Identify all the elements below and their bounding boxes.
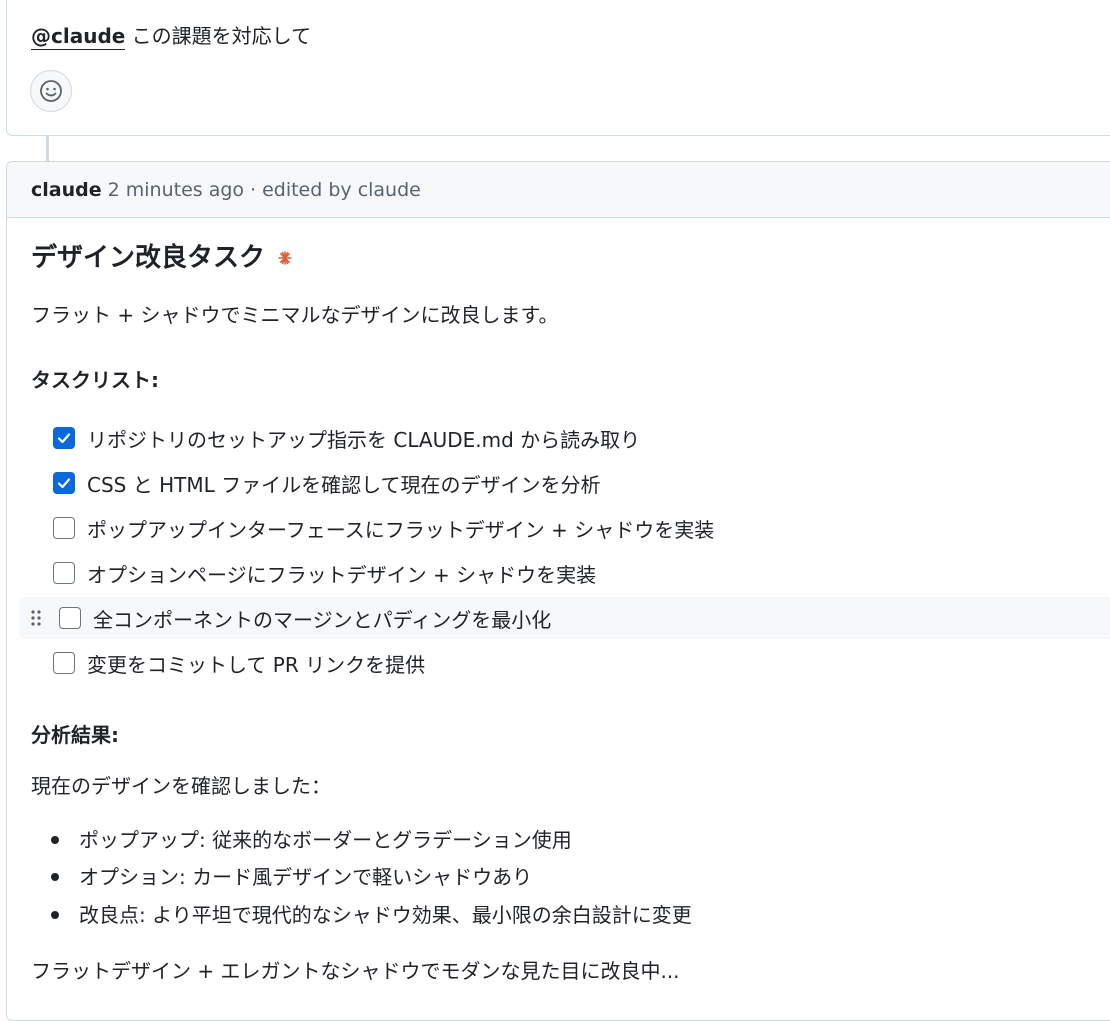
- analysis-heading: 分析結果:: [31, 723, 119, 747]
- bullet-dot: [51, 911, 59, 919]
- status-footer-text: フラットデザイン + エレガントなシャドウでモダンな見た目に改良中...: [31, 959, 680, 983]
- check-icon: [57, 433, 71, 444]
- header-separator: ·: [250, 178, 257, 201]
- list-item-text: オプション: カード風デザインで軽いシャドウあり: [79, 865, 533, 889]
- comment-header: claude 2 minutes ago · edited by claude: [7, 162, 1110, 218]
- author-link[interactable]: claude: [31, 179, 102, 201]
- task-label: オプションページにフラットデザイン + シャドウを実装: [87, 562, 597, 587]
- task-label: CSS と HTML ファイルを確認して現在のデザインを分析: [87, 472, 601, 497]
- task-checkbox[interactable]: [53, 652, 75, 674]
- task-item: 変更をコミットして PR リンクを提供: [19, 642, 1110, 684]
- comment-body: この課題を対応して: [125, 24, 312, 48]
- timeline-connector: [46, 136, 49, 162]
- task-checkbox[interactable]: [53, 562, 75, 584]
- task-title: デザイン改良タスク: [31, 240, 293, 276]
- task-checkbox[interactable]: [53, 427, 75, 449]
- task-item: オプションページにフラットデザイン + シャドウを実装: [19, 552, 1110, 594]
- spark-icon: [277, 250, 293, 266]
- list-item: ポップアップ: 従来的なボーダーとグラデーション使用: [51, 826, 572, 854]
- intro-text: フラット + シャドウでミニマルなデザインに改良します。: [31, 303, 559, 327]
- task-item-hovered: 全コンポーネントのマージンとパディングを最小化: [19, 597, 1110, 639]
- task-checkbox[interactable]: [53, 472, 75, 494]
- task-list-heading: タスクリスト:: [31, 368, 159, 392]
- list-item-text: 改良点: より平坦で現代的なシャドウ効果、最小限の余白設計に変更: [79, 903, 692, 927]
- timestamp[interactable]: 2 minutes ago: [108, 179, 244, 201]
- claude-comment: claude 2 minutes ago · edited by claude …: [6, 161, 1110, 1021]
- list-item: オプション: カード風デザインで軽いシャドウあり: [51, 863, 532, 891]
- add-reaction-button[interactable]: [30, 70, 72, 112]
- drag-handle-icon[interactable]: [25, 609, 47, 627]
- task-item: CSS と HTML ファイルを確認して現在のデザインを分析: [19, 462, 1110, 504]
- task-item: リポジトリのセットアップ指示を CLAUDE.md から読み取り: [19, 417, 1110, 459]
- task-checkbox[interactable]: [53, 517, 75, 539]
- bullet-dot: [51, 836, 59, 844]
- list-item: 改良点: より平坦で現代的なシャドウ効果、最小限の余白設計に変更: [51, 901, 692, 929]
- task-title-text: デザイン改良タスク: [31, 243, 266, 273]
- smiley-icon: [40, 80, 62, 102]
- edited-dropdown[interactable]: edited by claude: [262, 179, 421, 201]
- analysis-intro: 現在のデザインを確認しました：: [31, 774, 331, 798]
- task-checkbox[interactable]: [59, 607, 81, 629]
- task-label: ポップアップインターフェースにフラットデザイン + シャドウを実装: [87, 517, 715, 542]
- task-label: 変更をコミットして PR リンクを提供: [87, 652, 426, 677]
- bullet-dot: [51, 873, 59, 881]
- check-icon: [57, 478, 71, 489]
- comment-text: @claude この課題を対応して: [31, 22, 311, 50]
- mention-link[interactable]: @claude: [31, 24, 126, 50]
- list-item-text: ポップアップ: 従来的なボーダーとグラデーション使用: [79, 828, 572, 852]
- task-label: 全コンポーネントのマージンとパディングを最小化: [93, 607, 552, 632]
- previous-comment: @claude この課題を対応して: [6, 0, 1110, 136]
- task-label: リポジトリのセットアップ指示を CLAUDE.md から読み取り: [87, 427, 641, 452]
- task-item: ポップアップインターフェースにフラットデザイン + シャドウを実装: [19, 507, 1110, 549]
